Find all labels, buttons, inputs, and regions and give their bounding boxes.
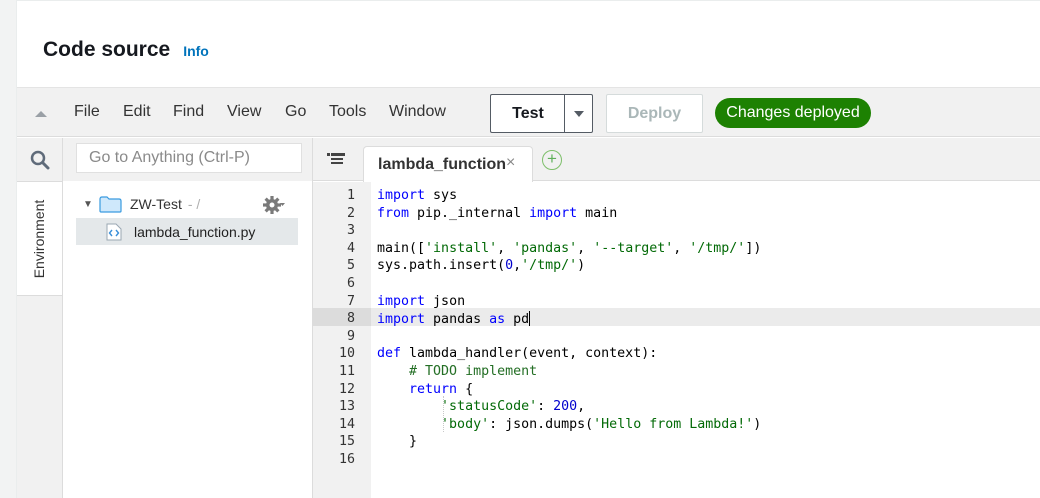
environment-tab-label: Environment xyxy=(31,199,47,279)
collapse-arrow-icon[interactable] xyxy=(33,107,49,119)
line-number: 8 xyxy=(346,311,355,327)
add-tab-icon[interactable]: + xyxy=(542,150,562,170)
code-line: 'body': json.dumps('Hello from Lambda!') xyxy=(441,416,762,432)
code-line: import pandas as pd xyxy=(377,311,531,328)
line-number: 5 xyxy=(346,258,355,274)
line-number: 14 xyxy=(338,416,355,432)
ide-menubar: File Edit Find View Go Tools Window Test… xyxy=(17,87,1040,137)
menu-tools[interactable]: Tools xyxy=(329,103,366,121)
menu-go[interactable]: Go xyxy=(285,103,306,121)
search-toggle[interactable] xyxy=(17,138,62,181)
caret-down-icon xyxy=(573,110,584,117)
tree-settings-button[interactable] xyxy=(263,194,297,216)
tree-root-folder[interactable]: ▼ ZW-Test - / xyxy=(83,193,200,215)
tab-lambda-function[interactable]: lambda_function × xyxy=(363,146,533,182)
tab-label: lambda_function xyxy=(378,156,507,173)
code-line: def lambda_handler(event, context): xyxy=(377,346,658,362)
code-line: import json xyxy=(377,293,466,309)
line-number: 2 xyxy=(346,205,355,221)
editor-tabbar: lambda_function × + xyxy=(313,138,1040,182)
line-number: 6 xyxy=(346,276,355,291)
tree-file-item[interactable]: lambda_function.py xyxy=(76,218,298,245)
line-number: 3 xyxy=(346,223,355,239)
code-editor[interactable]: import sys from pip._internal import main… xyxy=(371,182,1040,498)
left-rail: Environment xyxy=(17,138,63,498)
code-line: main(['install', 'pandas', '--target', '… xyxy=(377,240,762,256)
code-line: } xyxy=(377,434,418,450)
line-gutter: 1 2 3 4 5 6 7 8 9 10 11 12 13 14 15 16 xyxy=(313,182,371,498)
line-number: 16 xyxy=(338,452,355,467)
line-number: 12 xyxy=(338,381,355,397)
code-line: import sys xyxy=(377,188,458,203)
menu-view[interactable]: View xyxy=(227,103,261,121)
line-number: 13 xyxy=(338,399,355,415)
folder-icon xyxy=(99,195,122,213)
menu-edit[interactable]: Edit xyxy=(123,103,151,121)
status-badge: Changes deployed xyxy=(715,98,871,128)
environment-tab[interactable]: Environment xyxy=(17,181,62,296)
code-line: return { xyxy=(409,381,474,397)
search-icon xyxy=(30,150,49,169)
line-number: 9 xyxy=(346,328,355,344)
close-icon[interactable]: × xyxy=(506,154,515,172)
tree-file-label: lambda_function.py xyxy=(134,223,256,240)
text-cursor xyxy=(529,311,531,327)
test-button[interactable]: Test xyxy=(490,94,565,133)
code-line: sys.path.insert(0,'/tmp/') xyxy=(377,258,586,274)
code-line: # TODO implement xyxy=(409,364,538,379)
menu-find[interactable]: Find xyxy=(173,103,204,121)
line-number: 7 xyxy=(346,293,355,309)
goto-anything-input[interactable] xyxy=(76,143,302,173)
tree-root-path: - / xyxy=(187,196,201,212)
panel-header: Code source Info xyxy=(43,38,209,68)
code-line: 'statusCode': 200, xyxy=(441,399,586,415)
file-explorer: ▼ ZW-Test - / xyxy=(63,138,313,498)
python-file-icon xyxy=(106,223,122,241)
caret-down-icon[interactable]: ▼ xyxy=(83,199,95,210)
deploy-button[interactable]: Deploy xyxy=(606,94,703,133)
file-tree: ▼ ZW-Test - / lambda_function.py xyxy=(63,181,312,498)
page-title: Code source xyxy=(43,38,171,61)
tab-list-icon[interactable] xyxy=(327,152,345,166)
info-link[interactable]: Info xyxy=(183,43,209,59)
code-source-panel: Code source Info File Edit Find View Go … xyxy=(16,0,1040,498)
test-dropdown-button[interactable] xyxy=(564,94,593,133)
page-margin xyxy=(0,0,16,498)
line-number: 15 xyxy=(338,434,355,450)
line-number: 4 xyxy=(346,240,355,256)
line-number: 10 xyxy=(338,346,355,362)
tree-root-label: ZW-Test xyxy=(130,196,182,212)
menu-window[interactable]: Window xyxy=(389,103,446,121)
line-number: 11 xyxy=(338,364,355,379)
code-line: from pip._internal import main xyxy=(377,205,618,221)
gear-icon xyxy=(263,196,285,214)
line-number: 1 xyxy=(346,188,355,203)
menu-file[interactable]: File xyxy=(74,103,100,121)
